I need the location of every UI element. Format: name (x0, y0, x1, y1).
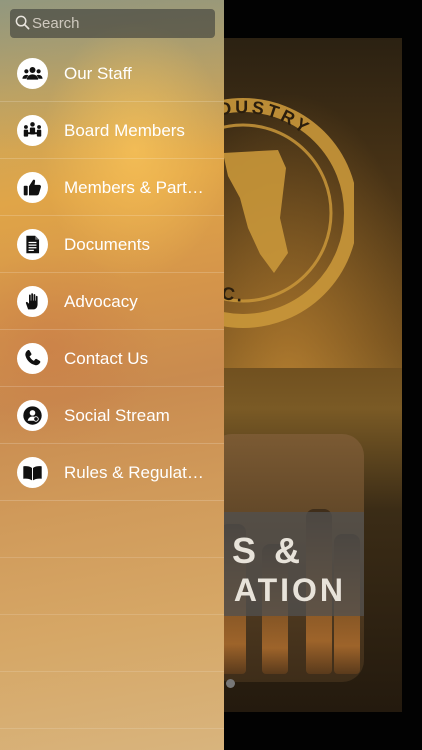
phone-icon (17, 343, 48, 374)
thumbs-up-icon (17, 172, 48, 203)
menu-item-our-staff[interactable]: Our Staff (0, 45, 224, 102)
navigation-menu: Our Staff Board Members Members & Part… … (0, 45, 224, 729)
menu-item-board-members[interactable]: Board Members (0, 102, 224, 159)
emblem-text-top: DUSTRY (217, 97, 312, 139)
empty-menu-row (0, 558, 224, 615)
empty-menu-row (0, 672, 224, 729)
open-book-icon (17, 457, 48, 488)
menu-item-advocacy[interactable]: Advocacy (0, 273, 224, 330)
side-menu-drawer: Our Staff Board Members Members & Part… … (0, 0, 224, 750)
tile-title-line1: S & (231, 530, 304, 571)
menu-item-label: Rules & Regulat… (64, 463, 204, 482)
search-input[interactable] (32, 9, 210, 38)
menu-item-label: Social Stream (64, 406, 170, 425)
board-members-icon (17, 115, 48, 146)
empty-menu-row (0, 501, 224, 558)
page-indicator-dot[interactable] (226, 679, 235, 688)
menu-item-rules-regulations[interactable]: Rules & Regulat… (0, 444, 224, 501)
user-chat-icon (17, 400, 48, 431)
menu-item-label: Members & Part… (64, 178, 204, 197)
tile-title-line2: ATION (233, 572, 346, 608)
menu-item-social-stream[interactable]: Social Stream (0, 387, 224, 444)
menu-item-label: Documents (64, 235, 150, 254)
search-bar[interactable] (10, 9, 215, 38)
svg-text:DUSTRY: DUSTRY (217, 97, 315, 139)
empty-menu-row (0, 615, 224, 672)
menu-item-contact-us[interactable]: Contact Us (0, 330, 224, 387)
menu-item-label: Contact Us (64, 349, 149, 368)
menu-item-label: Board Members (64, 121, 185, 140)
menu-item-members-partners[interactable]: Members & Part… (0, 159, 224, 216)
document-icon (17, 229, 48, 260)
menu-item-documents[interactable]: Documents (0, 216, 224, 273)
rules-regulation-tile[interactable]: S & ATION (210, 434, 364, 682)
menu-item-label: Our Staff (64, 64, 132, 83)
raised-hand-icon (17, 286, 48, 317)
search-icon (15, 15, 30, 30)
staff-group-icon (17, 58, 48, 89)
menu-item-label: Advocacy (64, 292, 138, 311)
